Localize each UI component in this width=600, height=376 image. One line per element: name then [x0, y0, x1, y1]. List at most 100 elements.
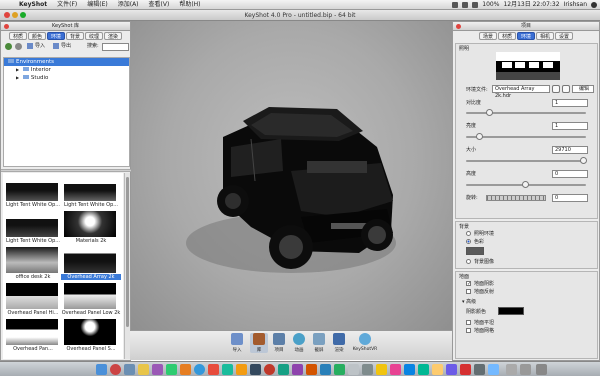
app-icon[interactable] — [320, 364, 331, 375]
tab-settings[interactable]: 设置 — [555, 32, 574, 40]
thumb-image[interactable] — [64, 319, 116, 345]
app-icon[interactable] — [166, 364, 177, 375]
thumb-image[interactable] — [6, 211, 58, 237]
browse-env-icon[interactable] — [552, 85, 560, 93]
ground-grid-checkbox[interactable] — [466, 328, 471, 333]
contrast-slider-knob[interactable] — [486, 109, 493, 116]
app-icon[interactable] — [292, 364, 303, 375]
import-button[interactable]: 导入 — [35, 42, 45, 51]
app-menu[interactable]: KeyShot — [14, 0, 52, 10]
app-icon[interactable] — [264, 364, 275, 375]
car-model[interactable] — [131, 21, 452, 330]
menu-file[interactable]: 文件(F) — [52, 0, 82, 10]
render-viewport[interactable] — [131, 21, 452, 330]
height-slider-knob[interactable] — [522, 181, 529, 188]
shadow-color-swatch[interactable] — [498, 307, 524, 315]
ground-reflection-checkbox[interactable] — [466, 289, 471, 294]
finder-icon[interactable] — [96, 364, 107, 375]
close-project-icon[interactable] — [456, 24, 461, 29]
wifi-icon[interactable] — [452, 1, 459, 8]
bg-radio-image[interactable] — [466, 259, 471, 264]
disclosure-triangle-icon[interactable]: ▶ — [16, 75, 19, 80]
brightness-slider-knob[interactable] — [476, 133, 484, 140]
menu-edit[interactable]: 编辑(E) — [82, 0, 112, 10]
tab-materials[interactable]: 材质 — [8, 32, 27, 40]
rotation-field[interactable]: 0 — [552, 194, 588, 202]
app-icon[interactable] — [404, 364, 415, 375]
render-toolbar-button[interactable]: 渲染 — [330, 333, 348, 353]
export-button[interactable]: 导出 — [61, 42, 71, 51]
tab-environments[interactable]: 环境 — [46, 32, 65, 40]
close-library-icon[interactable] — [4, 24, 9, 29]
tab-renders[interactable]: 渲染 — [104, 32, 123, 40]
app-icon[interactable] — [446, 364, 457, 375]
mail-icon[interactable] — [124, 364, 135, 375]
contrast-field[interactable]: 1 — [552, 99, 588, 107]
bg-color-swatch[interactable] — [466, 247, 484, 255]
thumb-image[interactable] — [6, 247, 58, 273]
contrast-slider[interactable] — [466, 109, 586, 116]
app-icon[interactable] — [152, 364, 163, 375]
tab-camera[interactable]: 相机 — [536, 32, 555, 40]
volume-icon[interactable] — [462, 1, 469, 8]
brightness-slider[interactable] — [466, 133, 586, 140]
env-file-field[interactable]: Overhead Array 2k.hdr — [492, 85, 550, 99]
size-slider[interactable] — [466, 157, 587, 164]
rotation-dial[interactable] — [486, 195, 546, 201]
height-field[interactable]: 0 — [552, 170, 588, 178]
tab-backgrounds[interactable]: 背景 — [66, 32, 85, 40]
keyshotvr-toolbar-button[interactable]: KeyShotVR — [352, 333, 378, 352]
ground-flat-checkbox[interactable] — [466, 320, 471, 325]
screenshot-toolbar-button[interactable]: 截屏 — [310, 333, 328, 353]
thumb-image[interactable] — [6, 175, 58, 201]
add-folder-icon[interactable] — [5, 43, 12, 50]
thumb-image[interactable] — [64, 175, 116, 201]
app-icon[interactable] — [432, 364, 443, 375]
brightness-field[interactable]: 1 — [552, 122, 588, 130]
documents-icon[interactable] — [506, 364, 517, 375]
size-slider-knob[interactable] — [579, 157, 587, 164]
edit-env-button[interactable]: 编辑 — [572, 85, 594, 93]
user-name[interactable]: Irishsan — [564, 0, 587, 10]
app-icon[interactable] — [348, 364, 359, 375]
app-icon[interactable] — [362, 364, 373, 375]
app-icon[interactable] — [278, 364, 289, 375]
app-icon[interactable] — [488, 364, 499, 375]
thumb-image[interactable] — [6, 283, 58, 309]
refresh-icon[interactable] — [15, 43, 22, 50]
library-toolbar-button[interactable]: 库 — [250, 333, 268, 353]
splitter[interactable] — [1, 169, 132, 172]
thumb-image[interactable] — [64, 247, 116, 273]
tab-environment[interactable]: 环境 — [516, 32, 535, 40]
height-slider[interactable] — [466, 181, 586, 188]
tab-material[interactable]: 材质 — [497, 32, 516, 40]
trash-icon[interactable] — [536, 364, 547, 375]
spotlight-icon[interactable] — [591, 1, 597, 8]
app-icon[interactable] — [306, 364, 317, 375]
tree-item-interior[interactable]: ▶ Interior — [4, 66, 129, 74]
app-icon[interactable] — [222, 364, 233, 375]
browser-icon[interactable] — [110, 364, 121, 375]
app-icon[interactable] — [376, 364, 387, 375]
app-icon[interactable] — [418, 364, 429, 375]
search-input[interactable] — [102, 43, 129, 51]
project-toolbar-button[interactable]: 项目 — [270, 333, 288, 353]
thumb-image[interactable] — [64, 211, 116, 237]
app-icon[interactable] — [474, 364, 485, 375]
thumb-image[interactable] — [64, 283, 116, 309]
ground-shadow-checkbox[interactable]: ✓ — [466, 281, 471, 287]
environment-preview[interactable] — [496, 52, 560, 80]
scrollbar-thumb[interactable] — [126, 177, 129, 327]
import-toolbar-button[interactable]: 导入 — [228, 333, 246, 353]
menu-help[interactable]: 帮助(H) — [174, 0, 205, 10]
menu-add[interactable]: 添加(A) — [113, 0, 144, 10]
tab-scene[interactable]: 场景 — [478, 32, 497, 40]
size-field[interactable]: 29710 — [552, 146, 588, 154]
notes-icon[interactable] — [138, 364, 149, 375]
app-icon[interactable] — [208, 364, 219, 375]
app-icon[interactable] — [236, 364, 247, 375]
disclosure-triangle-icon[interactable]: ▶ — [16, 67, 19, 72]
app-icon[interactable] — [390, 364, 401, 375]
tree-item-studio[interactable]: ▶ Studio — [4, 74, 129, 82]
app-icon[interactable] — [460, 364, 471, 375]
